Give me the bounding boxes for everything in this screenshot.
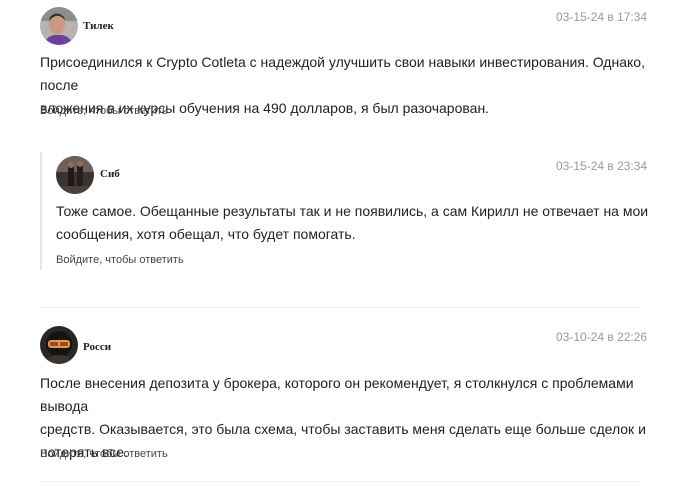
thread-indent-line — [40, 152, 42, 270]
divider — [40, 481, 641, 482]
reply-link[interactable]: Войдите, чтобы ответить — [40, 105, 168, 117]
avatar — [40, 7, 78, 45]
reply-link[interactable]: Войдите, чтобы ответить — [40, 448, 168, 460]
comment-date: 03-15-24 в 17:34 — [556, 10, 648, 24]
reply-link[interactable]: Войдите, чтобы ответить — [56, 254, 184, 266]
avatar — [40, 326, 78, 364]
comment-date: 03-15-24 в 23:34 — [556, 159, 648, 173]
comment-author: Тилек — [83, 20, 114, 32]
avatar — [56, 156, 94, 194]
comment-text: Тоже самое. Обещанные результаты так и н… — [56, 203, 649, 242]
comment-author: Росси — [83, 341, 112, 353]
comment-date: 03-10-24 в 22:26 — [556, 330, 648, 344]
divider — [40, 307, 641, 308]
comment-author: Сиб — [100, 168, 120, 180]
